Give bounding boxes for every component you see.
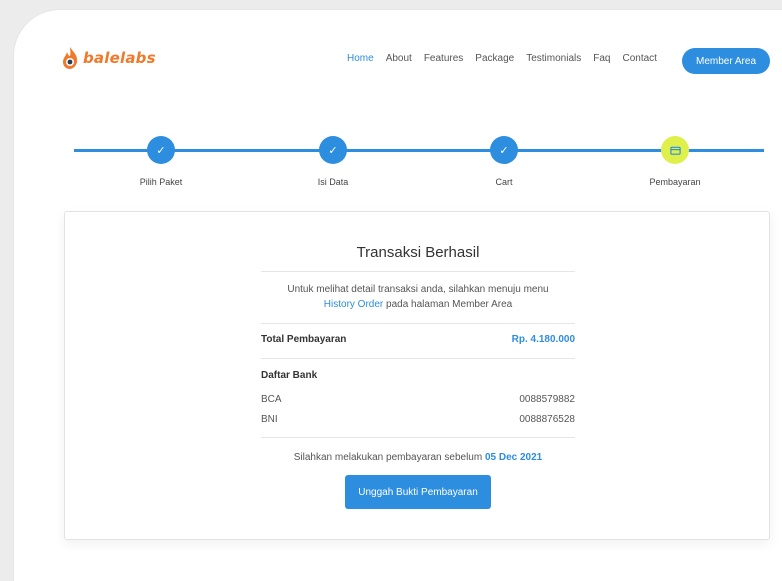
step-pilih-paket: ✓ Pilih Paket (111, 136, 211, 187)
bank-row: BCA 0088579882 (261, 394, 575, 405)
check-icon: ✓ (499, 144, 509, 157)
transaction-title: Transaksi Berhasil (356, 244, 480, 261)
check-icon: ✓ (328, 144, 338, 157)
nav-link-about[interactable]: About (386, 53, 412, 64)
history-order-link[interactable]: History Order (324, 299, 383, 310)
step-complete-circle: ✓ (490, 136, 518, 164)
step-isi-data: ✓ Isi Data (283, 136, 383, 187)
info-text: Untuk melihat detail transaksi anda, sil… (287, 284, 549, 295)
flame-icon (63, 47, 78, 69)
total-row: Total Pembayaran Rp. 4.180.000 (261, 334, 575, 345)
info-text-suffix: pada halaman Member Area (383, 299, 513, 310)
total-label: Total Pembayaran (261, 334, 347, 345)
bank-account: 0088579882 (519, 394, 575, 405)
bank-name: BNI (261, 414, 278, 425)
divider (261, 437, 575, 438)
step-pembayaran: Pembayaran (625, 136, 725, 187)
brand-name: balelabs (83, 49, 156, 67)
step-label: Cart (495, 177, 513, 187)
brand-logo[interactable]: balelabs (61, 46, 156, 70)
transaction-info: Untuk melihat detail transaksi anda, sil… (261, 282, 575, 312)
bank-account: 0088876528 (519, 414, 575, 425)
nav-link-faq[interactable]: Faq (593, 53, 610, 64)
step-label: Pembayaran (649, 177, 701, 187)
step-complete-circle: ✓ (147, 136, 175, 164)
bank-name: BCA (261, 394, 282, 405)
divider (261, 271, 575, 272)
total-amount: Rp. 4.180.000 (511, 334, 575, 345)
payment-deadline: Silahkan melakukan pembayaran sebelum 05… (261, 452, 575, 463)
nav-link-package[interactable]: Package (475, 53, 514, 64)
step-current-circle (661, 136, 689, 164)
step-label: Isi Data (317, 177, 349, 187)
deadline-date: 05 Dec 2021 (484, 452, 543, 463)
divider (261, 323, 575, 324)
upload-payment-proof-button[interactable]: Unggah Bukti Pembayaran (345, 475, 491, 509)
bank-list-title: Daftar Bank (261, 370, 318, 381)
nav-links: Home About Features Package Testimonials… (347, 53, 669, 64)
wallet-icon (669, 146, 681, 155)
nav-link-testimonials[interactable]: Testimonials (526, 53, 581, 64)
check-icon: ✓ (156, 144, 166, 157)
nav-link-features[interactable]: Features (424, 53, 463, 64)
member-area-button[interactable]: Member Area (682, 48, 770, 74)
divider (261, 358, 575, 359)
nav-link-home[interactable]: Home (347, 53, 374, 64)
navbar: balelabs Home About Features Package Tes… (0, 0, 782, 120)
step-label: Pilih Paket (139, 177, 183, 187)
bank-row: BNI 0088876528 (261, 414, 575, 425)
step-cart: ✓ Cart (454, 136, 554, 187)
transaction-card: Transaksi Berhasil Untuk melihat detail … (64, 211, 770, 540)
checkout-stepper: ✓ Pilih Paket ✓ Isi Data ✓ Cart Pembayar… (0, 130, 782, 200)
step-complete-circle: ✓ (319, 136, 347, 164)
deadline-text: Silahkan melakukan pembayaran sebelum (293, 452, 485, 463)
nav-link-contact[interactable]: Contact (622, 53, 656, 64)
